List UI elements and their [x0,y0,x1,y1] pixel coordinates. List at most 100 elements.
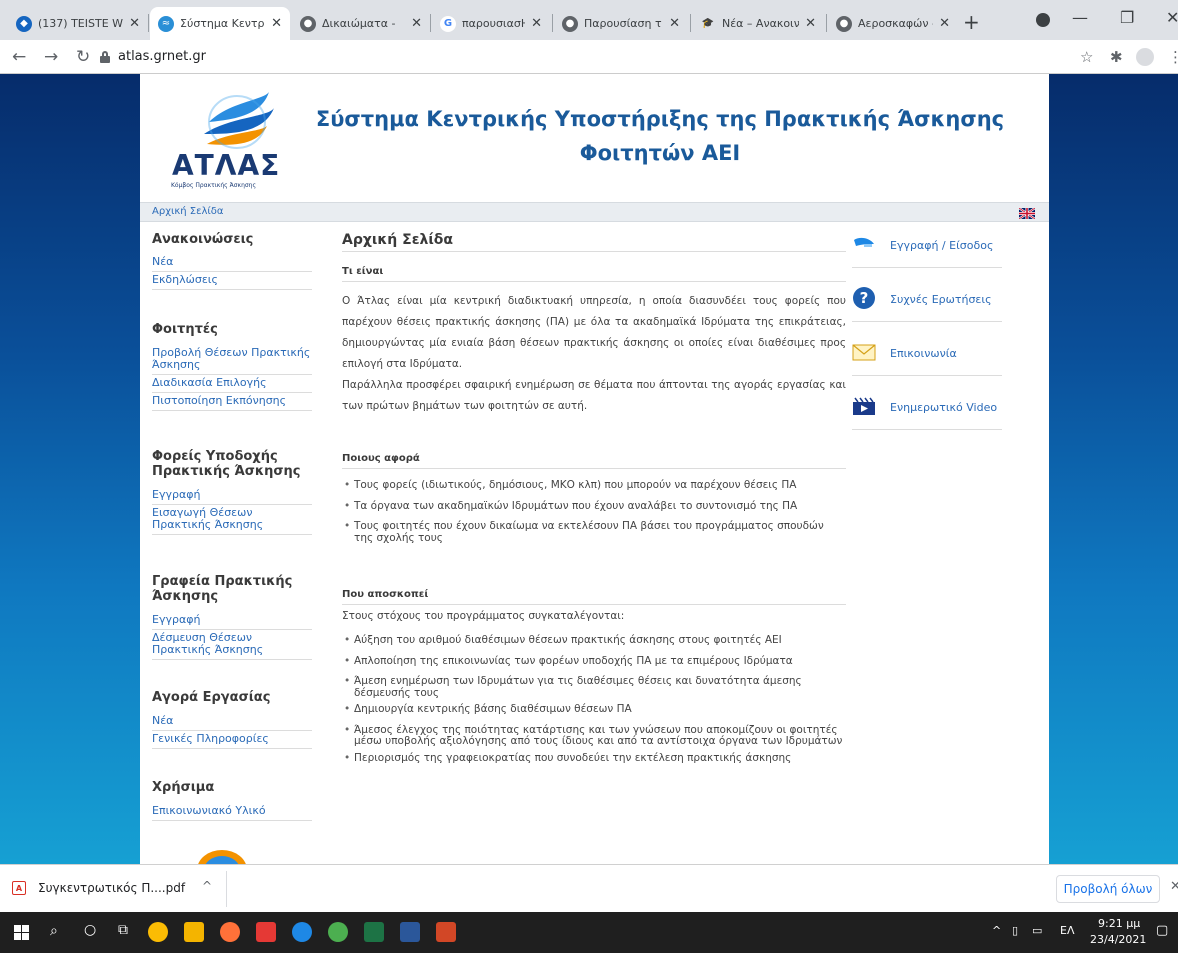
clock-time[interactable]: 9:21 μμ [1098,917,1140,930]
anydesk-icon[interactable] [256,922,276,942]
sidebar-heading: Φοιτητές [152,322,218,337]
task-view-icon[interactable]: ⧉ [118,922,128,938]
sidebar-link-host-register[interactable]: Εγγραφή [152,487,312,505]
minimize-button[interactable]: — [1072,8,1088,27]
edge-icon[interactable] [292,922,312,942]
tab-nea[interactable]: 🎓 Νέα – Ανακοιν ✕ [692,7,824,40]
show-all-downloads-button[interactable]: Προβολή όλων [1056,875,1160,903]
sidebar-section-job-market: Αγορά Εργασίας Νέα Γενικές Πληροφορίες [152,690,312,749]
file-explorer-icon[interactable] [184,922,204,942]
back-button[interactable]: ← [12,47,26,67]
login-register-label: Εγγραφή / Είσοδος [890,239,994,252]
battery-icon[interactable]: ▯ [1012,924,1018,937]
sidebar-link-insert-positions[interactable]: Εισαγωγή Θέσεων Πρακτικής Άσκησης [152,505,312,535]
tab-dikaiomata[interactable]: ● Δικαιώματα - ✕ [292,7,430,40]
pdf-file-icon: A [12,881,26,895]
breadcrumb-home-link[interactable]: Αρχική Σελίδα [152,206,224,217]
sidebar-link-view-positions[interactable]: Προβολή Θέσεων Πρακτικής Άσκησης [152,345,312,375]
sidebar-section-useful: Χρήσιμα Επικοινωνιακό Υλικό [152,780,312,821]
sidebar-link-market-news[interactable]: Νέα [152,713,312,731]
close-icon[interactable]: ✕ [805,16,816,31]
downloads-bar: A Συγκεντρωτικός Π....pdf ^ Προβολή όλων… [0,864,1178,912]
clock-date[interactable]: 23/4/2021 [1090,933,1146,946]
close-icon[interactable]: ✕ [669,16,680,31]
notifications-icon[interactable]: ▢ [1156,923,1168,938]
close-window-button[interactable]: ✕ [1166,8,1178,27]
sidebar-link-general-info[interactable]: Γενικές Πληροφορίες [152,731,312,749]
login-key-icon [854,237,874,247]
uk-flag-icon[interactable] [1019,208,1035,219]
tab-atlas[interactable]: ≈ Σύστημα Κεντρ ✕ [150,7,290,40]
sidebar-link-office-register[interactable]: Εγγραφή [152,612,312,630]
menu-kebab-icon[interactable]: ⋮ [1168,48,1178,66]
who-list: Τους φορείς (ιδιωτικούς, δημόσιους, ΜΚΟ … [342,479,846,544]
download-item-name[interactable]: Συγκεντρωτικός Π....pdf [38,881,185,895]
sidebar-link-events[interactable]: Εκδηλώσεις [152,272,312,290]
tab-favicon-icon: ≈ [158,15,174,32]
sidebar-link-news[interactable]: Νέα [152,254,312,272]
sidebar-link-selection-process[interactable]: Διαδικασία Επιλογής [152,375,312,393]
app-icon[interactable] [328,922,348,942]
bookmark-star-icon[interactable]: ☆ [1080,48,1093,66]
cortana-icon[interactable]: ○ [84,922,96,938]
tab-aeroskafon[interactable]: ● Αεροσκαφών - ✕ [828,7,958,40]
excel-icon[interactable] [364,922,384,942]
info-video-link[interactable]: Ενημερωτικό Video [852,394,1002,430]
sidebar-link-reserve-positions[interactable]: Δέσμευση Θέσεων Πρακτικής Άσκησης [152,630,312,660]
sidebar-heading: Αγορά Εργασίας [152,690,271,705]
aim-list: Αύξηση του αριθμού διαθέσιμων θέσεων πρα… [342,634,846,765]
chevron-up-icon[interactable]: ^ [202,879,212,893]
new-tab-button[interactable]: + [963,10,980,34]
site-header: ΑΤΛΑΣ Κόμβος Πρακτικής Άσκησης Σύστημα Κ… [140,74,1049,202]
maximize-button[interactable]: ❐ [1120,8,1134,27]
search-icon[interactable]: ⌕ [50,923,58,939]
contact-link[interactable]: Επικοινωνία [852,340,1002,376]
close-icon[interactable]: ✕ [129,16,140,31]
login-register-link[interactable]: Εγγραφή / Είσοδος [852,232,1002,268]
list-item: Τους φορείς (ιδιωτικούς, δημόσιους, ΜΚΟ … [342,479,846,492]
powerpoint-icon[interactable] [436,922,456,942]
tab-title: Αεροσκαφών - [858,17,934,30]
word-icon[interactable] [400,922,420,942]
sidebar-section-announcements: Ανακοινώσεις Νέα Εκδηλώσεις [152,232,312,290]
url-field[interactable]: atlas.grnet.gr [118,49,206,64]
profile-avatar[interactable] [1136,48,1154,66]
lock-icon[interactable] [100,51,110,63]
tab-teiste[interactable]: ◆ (137) TEISTE W ✕ [8,7,148,40]
site-title-line-1: Σύστημα Κεντρικής Υποστήριξης της Πρακτι… [315,107,1005,131]
reload-button[interactable]: ↻ [76,47,90,67]
aim-intro: Στους στόχους του προγράμματος συγκαταλέ… [342,610,625,622]
media-indicator-icon[interactable] [1036,13,1050,27]
section-title-what: Τι είναι [342,266,846,282]
footer-logo-icon [198,850,246,864]
section-title-who: Ποιους αφορά [342,453,846,469]
globe-icon: ● [300,15,316,32]
chrome-icon[interactable] [148,922,168,942]
chevron-up-icon[interactable]: ^ [992,924,1001,937]
logo-wordmark: ΑΤΛΑΣ [172,149,281,182]
sidebar-heading: Γραφεία Πρακτικής Άσκησης [152,574,293,604]
forward-button[interactable]: → [44,47,58,67]
extensions-icon[interactable]: ✱ [1110,48,1123,66]
sidebar-heading: Χρήσιμα [152,780,215,795]
sidebar-link-certification[interactable]: Πιστοποίηση Εκπόνησης [152,393,312,411]
firefox-icon[interactable] [220,922,240,942]
faq-link[interactable]: ? Συχνές Ερωτήσεις [852,286,1002,322]
sidebar-link-promo-material[interactable]: Επικοινωνιακό Υλικό [152,803,312,821]
language-indicator[interactable]: ΕΛ [1060,924,1074,937]
globe-icon: ● [836,15,852,32]
close-icon[interactable]: ✕ [531,16,542,31]
tab-parousiasi[interactable]: ● Παρουσίαση τ ✕ [554,7,688,40]
close-icon[interactable]: ✕ [939,16,950,31]
tab-google[interactable]: G παρουσιασΗ Π ✕ [432,7,550,40]
graduation-cap-icon: 🎓 [700,15,716,32]
google-icon: G [440,15,456,32]
list-item: Τα όργανα των ακαδημαϊκών Ιδρυμάτων που … [342,500,846,513]
close-icon[interactable]: ✕ [411,16,422,31]
sidebar-section-offices: Γραφεία Πρακτικής Άσκησης Εγγραφή Δέσμευ… [152,574,312,660]
windows-start-icon[interactable] [14,925,29,940]
list-item: Περιορισμός της γραφειοκρατίας που συνοδ… [342,752,846,765]
close-icon[interactable]: ✕ [1170,879,1178,894]
network-icon[interactable]: ▭ [1032,924,1042,937]
close-icon[interactable]: ✕ [271,16,282,31]
